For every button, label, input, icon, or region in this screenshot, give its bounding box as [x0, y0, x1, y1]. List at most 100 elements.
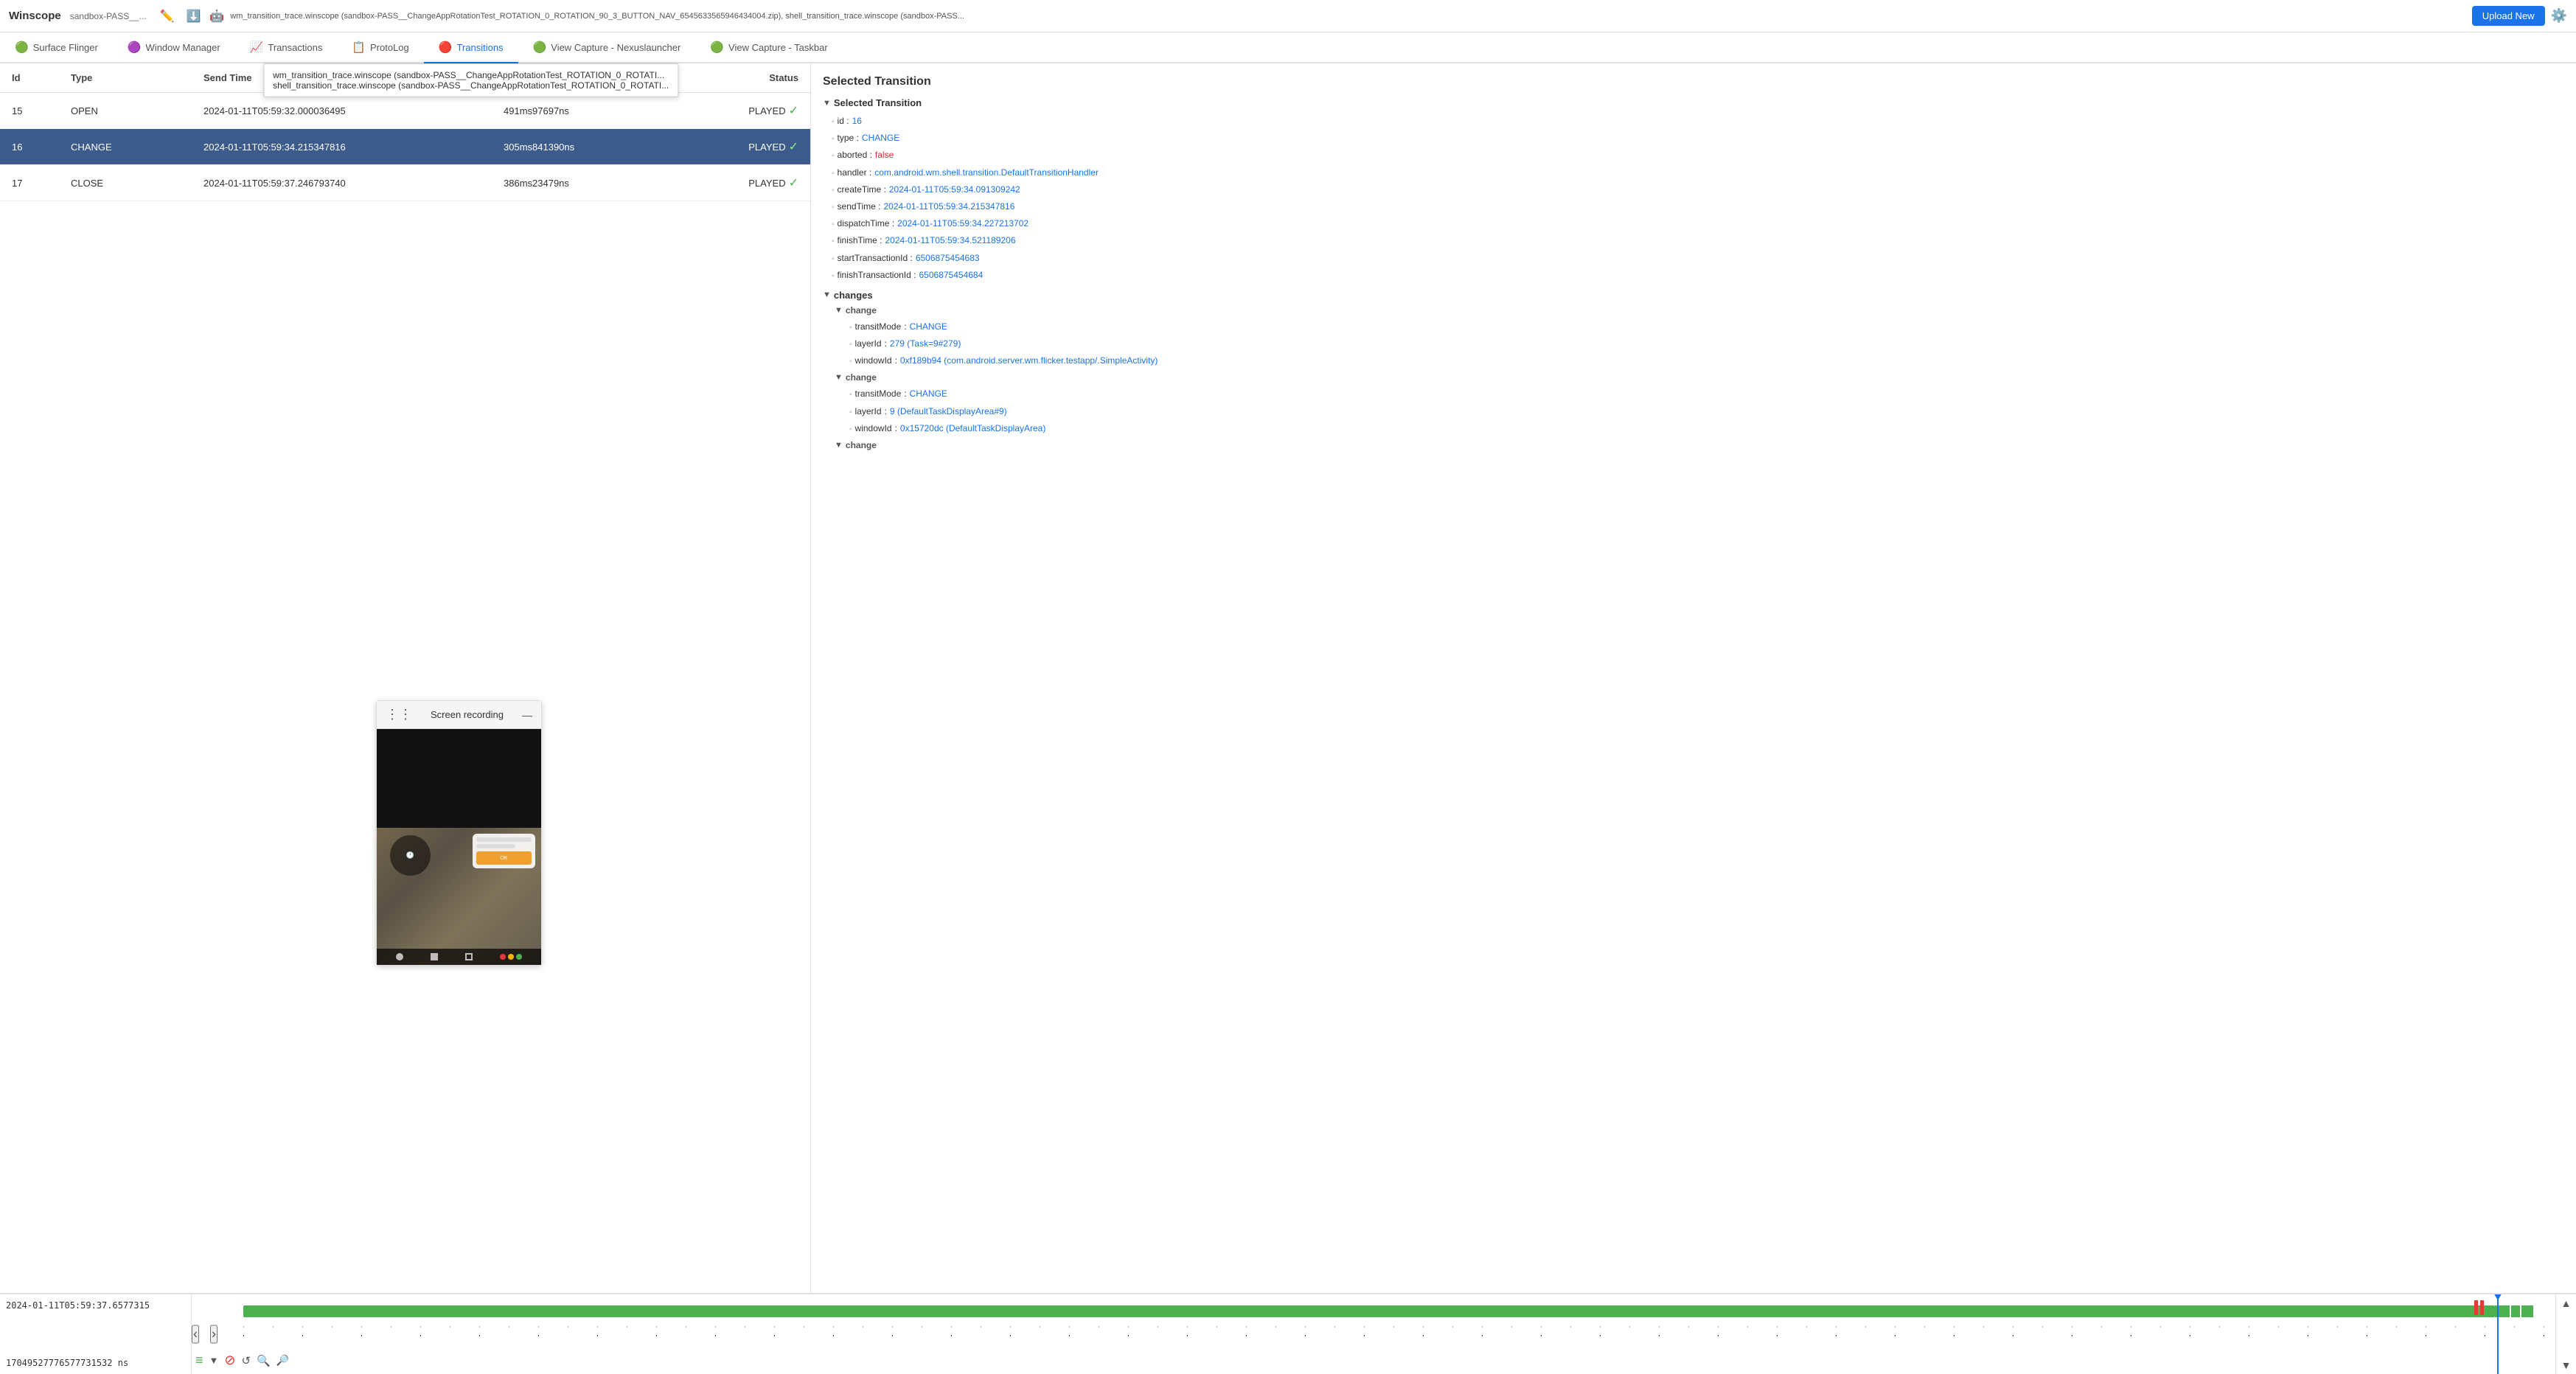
finishtime-key: finishTime : [838, 234, 883, 248]
row-status: PLAYED ✓ [651, 139, 798, 154]
change3-label: change [846, 440, 877, 450]
changes-label: changes [834, 290, 873, 301]
timeline-tracks-area [243, 1294, 2554, 1374]
tab-transactions-label: Transactions [268, 42, 322, 53]
handler-value: com.android.wm.shell.transition.DefaultT… [874, 166, 1099, 180]
col-id: Id [12, 72, 71, 83]
timeline-nav-right-btn[interactable]: › [210, 1325, 217, 1344]
row-status: PLAYED ✓ [651, 103, 798, 118]
col-type: Type [71, 72, 203, 83]
change2-windowid: windowId : 0x15720dc (DefaultTaskDisplay… [835, 420, 2564, 437]
panel-title: Selected Transition [823, 75, 2564, 88]
zoom-in-btn[interactable]: 🔍 [257, 1354, 271, 1367]
finishtime-value: 2024-01-11T05:59:34.521189206 [885, 234, 1015, 248]
change1-toggle[interactable]: ▼ change [835, 305, 2564, 315]
table-body: 15 OPEN 2024-01-11T05:59:32.000036495 49… [0, 93, 810, 693]
tab-proto-log[interactable]: 📋 ProtoLog [337, 32, 423, 63]
app-logo: Winscope [9, 10, 61, 22]
dispatchtime-value: 2024-01-11T05:59:34.227213702 [897, 217, 1028, 231]
scroll-up-btn[interactable]: ▲ [2561, 1297, 2572, 1309]
check-icon: ✓ [789, 175, 798, 190]
settings-button[interactable]: ⚙️ [2551, 8, 2567, 24]
tab-view-capture-taskbar[interactable]: 🟢 View Capture - Taskbar [695, 32, 842, 63]
upload-button[interactable]: Upload New [2472, 6, 2545, 26]
reset-btn[interactable]: ↺ [241, 1354, 251, 1367]
sub-bar [2521, 1305, 2533, 1317]
tab-proto-log-label: ProtoLog [370, 42, 409, 53]
sub-bar [2511, 1305, 2520, 1317]
tab-view-capture-nexuslauncher[interactable]: 🟢 View Capture - Nexuslauncher [518, 32, 696, 63]
changes-arrow-icon: ▼ [823, 290, 831, 299]
changes-toggle[interactable]: ▼ changes [823, 290, 2564, 301]
sub-green-bars [2495, 1305, 2547, 1317]
screen-recording-panel: ⋮⋮ Screen recording — 🕐 [376, 700, 542, 966]
row-id: 15 [12, 105, 71, 116]
change3-section: ▼ change [823, 440, 2564, 450]
filter-arrow-icon: ▼ [209, 1355, 219, 1366]
tab-transactions[interactable]: 📈 Transactions [235, 32, 338, 63]
screen-recording-minimize-btn[interactable]: — [522, 709, 532, 721]
aborted-key: aborted : [838, 148, 872, 162]
change3-toggle[interactable]: ▼ change [835, 440, 2564, 450]
timeline-nav-left-btn[interactable]: ‹ [192, 1325, 199, 1344]
filter-red-btn[interactable]: ⊘ [224, 1353, 235, 1368]
tab-surface-flinger-label: Surface Flinger [33, 42, 98, 53]
change2-toggle[interactable]: ▼ change [835, 372, 2564, 383]
row-duration: 491ms97697ns [504, 105, 651, 116]
zoom-out-btn[interactable]: 🔎 [276, 1354, 289, 1367]
detail-item-dispatchtime: dispatchTime : 2024-01-11T05:59:34.22721… [832, 215, 2564, 232]
tab-surface-flinger[interactable]: 🟢 Surface Flinger [0, 32, 113, 63]
toggle-label: Selected Transition [834, 97, 922, 108]
change1-section: ▼ change transitMode : CHANGE layerId : … [823, 305, 2564, 370]
filter-green-btn[interactable]: ≡ [195, 1353, 203, 1368]
edit-button[interactable]: ✏️ [157, 6, 178, 27]
id-key: id : [838, 114, 849, 128]
main-green-bar [243, 1305, 2495, 1317]
detail-item-aborted: aborted : false [832, 147, 2564, 164]
detail-item-type: type : CHANGE [832, 130, 2564, 147]
change2-label: change [846, 372, 877, 383]
detail-item-handler: handler : com.android.wm.shell.transitio… [832, 164, 2564, 181]
dispatchtime-key: dispatchTime : [838, 217, 895, 231]
change1-label: change [846, 305, 877, 315]
scroll-down-btn[interactable]: ▼ [2561, 1359, 2572, 1371]
table-row[interactable]: 15 OPEN 2024-01-11T05:59:32.000036495 49… [0, 93, 810, 129]
tabbar: 🟢 Surface Flinger 🟣 Window Manager 📈 Tra… [0, 32, 2576, 63]
row-type: CLOSE [71, 178, 203, 189]
table-row[interactable]: 17 CLOSE 2024-01-11T05:59:37.246793740 3… [0, 165, 810, 201]
selected-transition-toggle[interactable]: ▼ Selected Transition [823, 97, 2564, 108]
change3-arrow-icon: ▼ [835, 441, 843, 450]
change1-windowid: windowId : 0xf189b94 (com.android.server… [835, 352, 2564, 369]
change1-arrow-icon: ▼ [835, 306, 843, 315]
tooltip-line1: wm_transition_trace.winscope (sandbox-PA… [273, 70, 669, 80]
table-row[interactable]: 16 CHANGE 2024-01-11T05:59:34.215347816 … [0, 129, 810, 165]
download-button[interactable]: ⬇️ [183, 6, 203, 27]
row-status: PLAYED ✓ [651, 175, 798, 190]
tab-transitions[interactable]: 🔴 Transitions wm_transition_trace.winsco… [424, 32, 518, 63]
toggle-arrow-icon: ▼ [823, 99, 831, 108]
right-panel: Selected Transition ▼ Selected Transitio… [811, 63, 2576, 1293]
change1-transitmode: transitMode : CHANGE [835, 318, 2564, 335]
handler-key: handler : [838, 166, 872, 180]
tick-marks-row [243, 1321, 2554, 1333]
aborted-value: false [875, 148, 894, 162]
change2-section: ▼ change transitMode : CHANGE layerId : … [823, 372, 2564, 437]
tab-window-manager[interactable]: 🟣 Window Manager [113, 32, 235, 63]
screen-recording-content: 🕐 OK [377, 729, 541, 965]
played-label: PLAYED [748, 178, 785, 189]
detail-item-starttransaction: startTransactionId : 6506875454683 [832, 250, 2564, 267]
row-duration: 305ms841390ns [504, 142, 651, 153]
screen-recording-menu[interactable]: ⋮⋮ [386, 707, 412, 722]
filter-dropdown[interactable]: ▼ [209, 1355, 219, 1366]
transactions-icon: 📈 [250, 41, 264, 54]
android-icon: 🤖 [209, 9, 224, 24]
finishtransaction-key: finishTransactionId : [838, 268, 916, 282]
starttransaction-key: startTransactionId : [838, 251, 913, 265]
change2-transitmode: transitMode : CHANGE [835, 386, 2564, 402]
played-label: PLAYED [748, 105, 785, 116]
red-mark [2480, 1300, 2484, 1315]
starttransaction-value: 6506875454683 [916, 251, 980, 265]
row-id: 17 [12, 178, 71, 189]
transitions-icon: 🔴 [439, 41, 453, 54]
change1-layerid: layerId : 279 (Task=9#279) [835, 335, 2564, 352]
